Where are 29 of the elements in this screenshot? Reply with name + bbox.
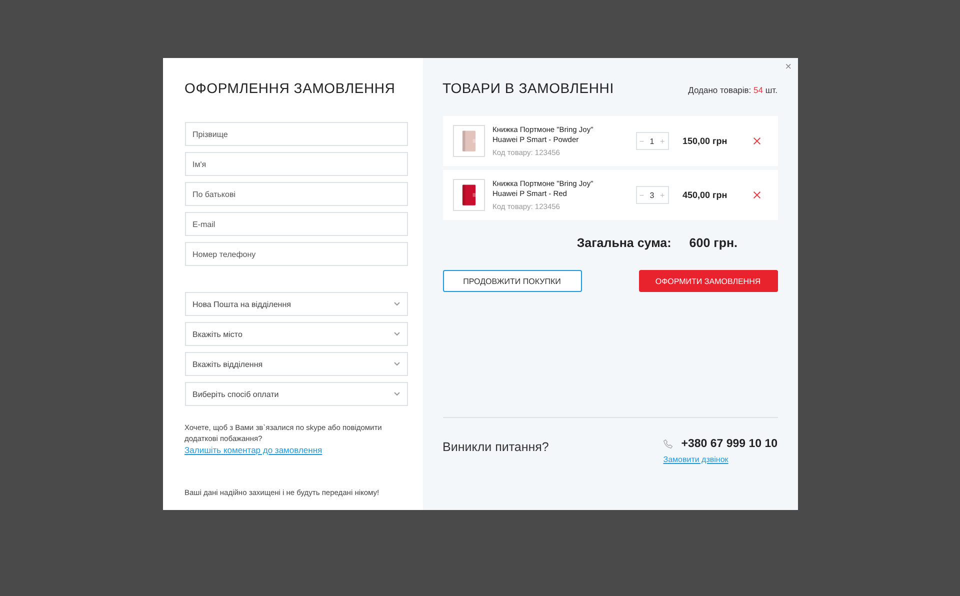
chevron-down-icon [394, 332, 400, 336]
phone-number: +380 67 999 10 10 [681, 438, 778, 450]
chevron-down-icon [394, 392, 400, 396]
form-title: ОФОРМЛЕННЯ ЗАМОВЛЕННЯ [184, 80, 396, 96]
input-field[interactable]: E-mail [184, 212, 408, 236]
remove-icon[interactable] [752, 137, 760, 145]
continue-shopping-button[interactable]: ПРОДОВЖИТИ ПОКУПКИ [442, 270, 582, 292]
item-price: 150,00 грн [682, 136, 728, 146]
total-value: 600 грн. [689, 236, 738, 250]
remove-icon[interactable] [752, 191, 760, 199]
input-field[interactable]: По батькові [184, 182, 408, 206]
dropdown-field[interactable]: Вкажіть відділення [184, 352, 408, 376]
input-field[interactable]: Прізвище [184, 122, 408, 146]
chevron-down-icon [394, 362, 400, 366]
total-label: Загальна сума: [576, 236, 672, 250]
phone-icon [663, 439, 674, 449]
quantity-stepper[interactable]: − 1 + [636, 132, 668, 150]
dropdown-field[interactable]: Вкажіть місто [184, 322, 408, 346]
quantity-stepper[interactable]: − 3 + [636, 186, 668, 204]
added-count: Додано товарів: 54 шт. [688, 85, 778, 95]
item-price: 450,00 грн [682, 190, 728, 200]
chevron-down-icon [394, 302, 400, 306]
dropdown-field[interactable]: Нова Пошта на відділення [184, 292, 408, 316]
question-text: Виникли питання? [442, 440, 549, 454]
cart-title: ТОВАРИ В ЗАМОВЛЕННІ [442, 80, 614, 96]
checkout-button[interactable]: ОФОРМИТИ ЗАМОВЛЕННЯ [638, 270, 778, 292]
dropdown-field[interactable]: Виберіть спосіб оплати [184, 382, 408, 406]
input-field[interactable]: Ім'я [184, 152, 408, 176]
input-field[interactable]: Номер телефону [184, 242, 408, 266]
